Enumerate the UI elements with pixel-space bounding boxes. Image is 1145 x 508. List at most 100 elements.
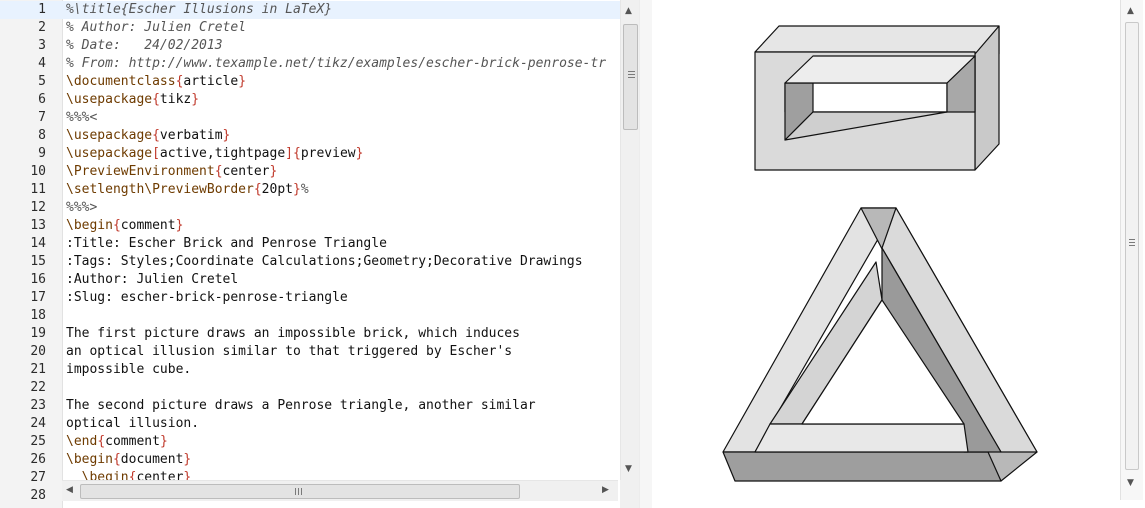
line-number: 26 [30, 452, 46, 467]
code-line[interactable]: 24 optical illusion. [0, 415, 620, 433]
line-number: 17 [30, 290, 46, 305]
code-text[interactable]: :Tags: Styles;Coordinate Calculations;Ge… [66, 253, 620, 271]
line-number: 14 [30, 236, 46, 251]
code-line[interactable]: 9 \usepackage[active,tightpage]{preview} [0, 145, 620, 163]
code-text[interactable]: % Author: Julien Cretel [66, 19, 620, 37]
grip-line [1129, 245, 1135, 246]
code-token: optical illusion. [66, 416, 200, 431]
code-line[interactable]: 3 % Date: 24/02/2013 [0, 37, 620, 55]
code-text[interactable]: %\title{Escher Illusions in LaTeX} [66, 1, 620, 19]
line-number: 12 [30, 200, 46, 215]
code-line[interactable]: 1 %\title{Escher Illusions in LaTeX} [0, 1, 620, 19]
pane-splitter[interactable] [639, 0, 652, 508]
editor-horizontal-scroll-thumb[interactable] [80, 484, 520, 499]
code-token: } [269, 164, 278, 179]
code-token: } [292, 182, 301, 197]
preview-scroll-thumb[interactable] [1125, 22, 1139, 470]
code-token: } [183, 452, 192, 467]
code-token: The second picture draws a Penrose trian… [66, 398, 536, 413]
code-text[interactable]: %%%> [66, 199, 620, 217]
grip-line [301, 488, 302, 495]
brick-inner-top [784, 55, 976, 84]
preview-scroll-down-arrow-icon[interactable]: ▼ [1127, 478, 1134, 488]
code-line[interactable]: 18 [0, 307, 620, 325]
code-token: [ [152, 146, 160, 161]
code-token: % Author: Julien Cretel [66, 20, 247, 35]
scroll-left-arrow-icon[interactable]: ◀ [66, 485, 73, 495]
code-text[interactable]: % From: http://www.texample.net/tikz/exa… [66, 55, 620, 73]
line-number: 13 [30, 218, 46, 233]
code-line[interactable]: 17 :Slug: escher-brick-penrose-triangle [0, 289, 620, 307]
line-number: 6 [38, 92, 46, 107]
code-token: } [175, 218, 184, 233]
code-token: %\title{Escher Illusions in LaTeX} [66, 2, 333, 17]
code-token: { [112, 218, 121, 233]
penrose-triangle-figure [722, 207, 1038, 482]
scroll-up-arrow-icon[interactable]: ▲ [625, 6, 632, 16]
code-text[interactable]: \begin{comment} [66, 217, 620, 235]
code-token: { [152, 128, 160, 143]
scroll-right-arrow-icon[interactable]: ▶ [602, 485, 609, 495]
code-text[interactable]: impossible cube. [66, 361, 620, 379]
line-number: 21 [30, 362, 46, 377]
editor-vertical-scroll-thumb[interactable] [623, 24, 638, 130]
line-number: 24 [30, 416, 46, 431]
scroll-down-arrow-icon[interactable]: ▼ [625, 464, 632, 474]
code-text[interactable]: \usepackage{verbatim} [66, 127, 620, 145]
code-text[interactable]: \usepackage{tikz} [66, 91, 620, 109]
code-text[interactable]: \begin{document} [66, 451, 620, 469]
code-line[interactable]: 15:Tags: Styles;Coordinate Calculations;… [0, 253, 620, 271]
code-line[interactable]: 19 The first picture draws an impossible … [0, 325, 620, 343]
code-token: The first picture draws an impossible br… [66, 326, 520, 341]
code-line[interactable]: 13 \begin{comment} [0, 217, 620, 235]
code-token: \documentclass [66, 74, 176, 89]
editor-vertical-scrollbar[interactable]: ▲ ▼ [620, 0, 639, 480]
code-line[interactable]: 7 %%%< [0, 109, 620, 127]
code-text[interactable]: :Slug: escher-brick-penrose-triangle [66, 289, 620, 307]
code-line[interactable]: 10 \PreviewEnvironment{center} [0, 163, 620, 181]
code-line[interactable]: 21 impossible cube. [0, 361, 620, 379]
code-token: %%%> [66, 200, 98, 215]
code-line[interactable]: 2 % Author: Julien Cretel [0, 19, 620, 37]
line-number: 10 [30, 164, 46, 179]
code-line[interactable]: 25 \end{comment} [0, 433, 620, 451]
code-line[interactable]: 16:Author: Julien Cretel [0, 271, 620, 289]
code-text[interactable]: \end{comment} [66, 433, 620, 451]
code-text[interactable]: :Author: Julien Cretel [66, 271, 620, 289]
code-line[interactable]: 14 :Title: Escher Brick and Penrose Trian… [0, 235, 620, 253]
code-line[interactable]: 12 %%%> [0, 199, 620, 217]
code-token: { [152, 92, 160, 107]
code-line[interactable]: 11 \setlength\PreviewBorder{20pt}% [0, 181, 620, 199]
code-text[interactable]: %%%< [66, 109, 620, 127]
code-text[interactable]: % Date: 24/02/2013 [66, 37, 620, 55]
impossible-brick-figure [754, 25, 1000, 171]
preview-scroll-up-arrow-icon[interactable]: ▲ [1127, 6, 1134, 16]
code-token: } [355, 146, 364, 161]
editor-horizontal-scrollbar[interactable]: ◀ ▶ [62, 480, 618, 501]
grip-line [1129, 242, 1135, 243]
code-text[interactable]: \setlength\PreviewBorder{20pt}% [66, 181, 620, 199]
code-text[interactable]: optical illusion. [66, 415, 620, 433]
code-text[interactable]: \PreviewEnvironment{center} [66, 163, 620, 181]
code-text[interactable]: \usepackage[active,tightpage]{preview} [66, 145, 620, 163]
code-token: % From: http://www.texample.net/tikz/exa… [66, 56, 607, 71]
code-editor[interactable]: 1 %\title{Escher Illusions in LaTeX} 2 % Au… [0, 0, 652, 508]
code-line[interactable]: 5 \documentclass{article} [0, 73, 620, 91]
line-number: 18 [30, 308, 46, 323]
code-line[interactable]: 8 \usepackage{verbatim} [0, 127, 620, 145]
code-text[interactable]: :Title: Escher Brick and Penrose Triangl… [66, 235, 620, 253]
code-token: :Author: Julien Cretel [66, 272, 239, 287]
code-line[interactable]: 26 \begin{document} [0, 451, 620, 469]
code-line[interactable]: 23 The second picture draws a Penrose tri… [0, 397, 620, 415]
code-text[interactable]: The second picture draws a Penrose trian… [66, 397, 620, 415]
code-token: ]{ [285, 146, 301, 161]
code-token: document [120, 452, 184, 467]
code-line[interactable]: 4 % From: http://www.texample.net/tikz/ex… [0, 55, 620, 73]
code-line[interactable]: 20 an optical illusion similar to that tr… [0, 343, 620, 361]
code-text[interactable]: \documentclass{article} [66, 73, 620, 91]
code-text[interactable]: The first picture draws an impossible br… [66, 325, 620, 343]
code-line[interactable]: 6 \usepackage{tikz} [0, 91, 620, 109]
code-line[interactable]: 22 [0, 379, 620, 397]
preview-vertical-scrollbar[interactable]: ▲ ▼ [1120, 0, 1143, 500]
code-text[interactable]: an optical illusion similar to that trig… [66, 343, 620, 361]
